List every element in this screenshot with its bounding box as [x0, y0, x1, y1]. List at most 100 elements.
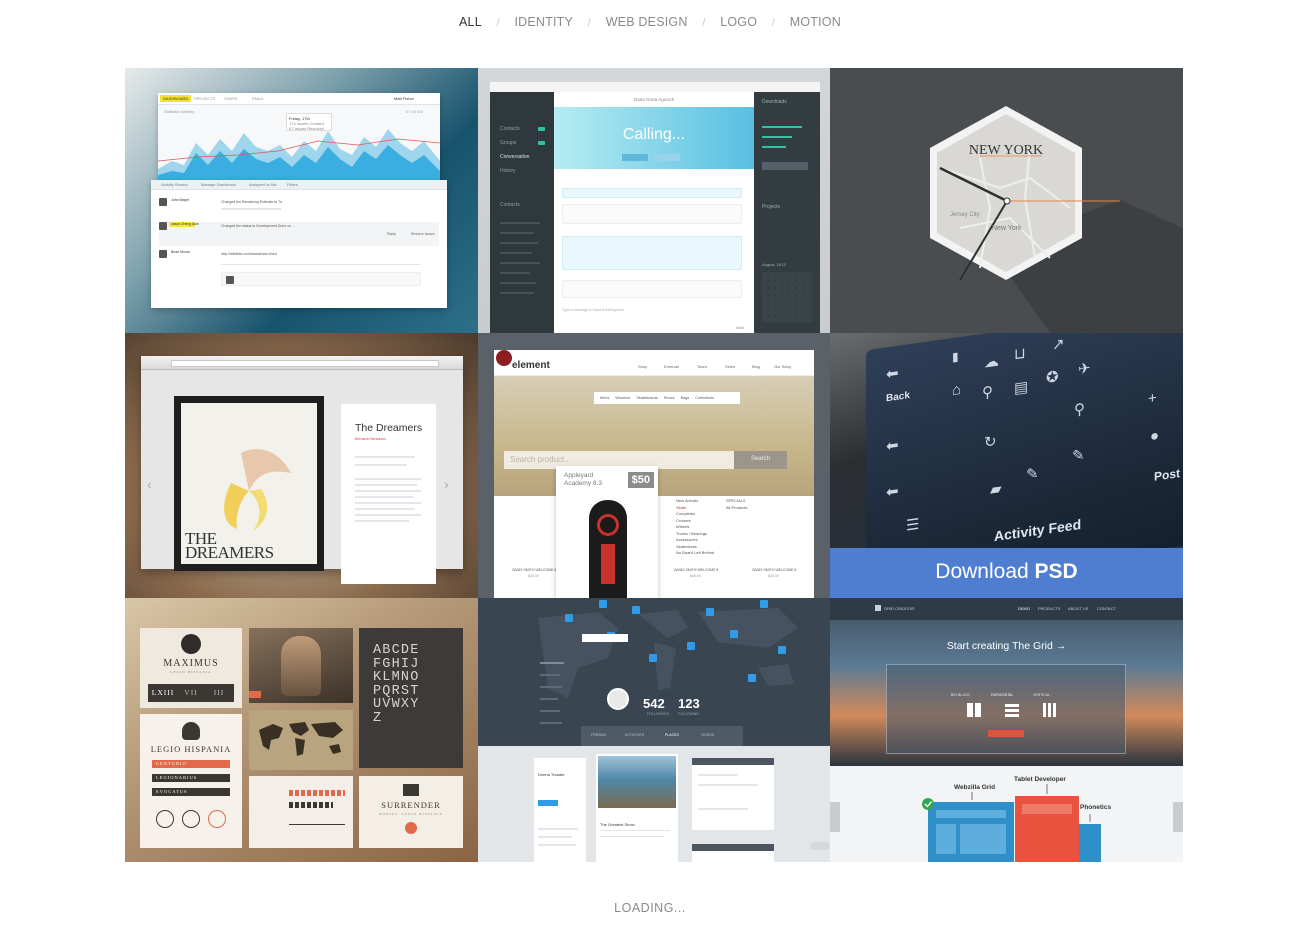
- maximus-title: MAXIMUS: [163, 658, 219, 669]
- rank-label: LEGIONARIUS: [156, 775, 198, 780]
- pushpin-icon: ✎: [1072, 446, 1085, 466]
- portfolio-item-responsive-grid[interactable]: Tablet Developer Webzilla Grid Phonetics: [830, 766, 1183, 862]
- filter-separator: /: [702, 17, 706, 29]
- compass-icon: ✪: [1046, 368, 1059, 387]
- map-pin: [632, 606, 640, 614]
- profile-avatar: [181, 634, 201, 654]
- product-thumb-label: ZANDI SMITH WELCOME 8: [752, 568, 797, 572]
- tab-activities: ACTIVITIES: [625, 733, 645, 737]
- rank-label: CENTURIO: [156, 761, 187, 766]
- reply-button: Reply: [387, 232, 396, 236]
- activity-text: Changed the status to Development Done o…: [221, 224, 295, 228]
- following-label: FOLLOWING: [678, 712, 700, 716]
- portfolio-item-clock[interactable]: NEW YORK Jersey City New York: [830, 68, 1183, 333]
- tab-assigned-to-me: Assigned to Me: [249, 182, 277, 187]
- prev-arrow-icon: ‹: [147, 476, 152, 492]
- stat-ring: [208, 810, 226, 828]
- groups-badge: [538, 141, 545, 145]
- user-icon: ●: [1150, 427, 1160, 446]
- comments-card: [692, 758, 774, 830]
- map-label: Jersey City: [950, 212, 980, 218]
- product-price: $50: [627, 472, 654, 488]
- portfolio-item-grid-creator[interactable]: GRID CREATOR DEMO PRODUCTS ABOUT US CONT…: [830, 598, 1183, 766]
- calendar-grid: [762, 272, 812, 322]
- add-icon: +: [1148, 389, 1157, 408]
- nav-demo: DEMO: [1018, 606, 1030, 611]
- stat-ring: [156, 810, 174, 828]
- decline-button: [654, 154, 680, 161]
- message-bubble: [562, 236, 742, 270]
- profile-tabs: FRIENDS ACTIVITIES PLACES VIDEOS: [581, 726, 743, 746]
- nav-blog: Blog: [752, 364, 761, 369]
- stat-numeral: III: [213, 688, 225, 697]
- portfolio-item-iphone-icons[interactable]: ⬅ ▮ ☁ ⊔ ↗ + Back ⌂ ⚲ ▤ ✪ ✈ ⬅ ↻ ⚲ + ⬅ ▰ ✎…: [830, 333, 1183, 548]
- rows-icon: [1005, 703, 1019, 717]
- location-pin-icon: ⚲: [982, 383, 993, 402]
- grid-icon: [967, 703, 981, 717]
- filter-logo[interactable]: LOGO: [720, 15, 757, 29]
- nav-products: PRODUCTS: [1038, 606, 1061, 611]
- logo-icon: [875, 605, 881, 611]
- poster-title: THE DREAMERS: [185, 529, 274, 562]
- portfolio-item-travel-map[interactable]: 542 123 FOLLOWERS FOLLOWING FRIENDS ACTI…: [478, 598, 830, 746]
- back-label: Back: [886, 390, 910, 405]
- product-thumb-price: $45.00: [690, 574, 701, 578]
- left-arrow-icon: ⬅: [886, 482, 899, 502]
- shop-header: element Shop Emerald Team Video Blog Our…: [494, 350, 814, 376]
- address-bar: [171, 360, 439, 367]
- activity-author: Jason Zheng Alan: [171, 222, 200, 226]
- download-psd-button[interactable]: Download PSD: [830, 548, 1183, 598]
- temple-icon: [403, 784, 419, 796]
- activity-author: John Mayer: [171, 198, 190, 202]
- tab-share: SHARE: [224, 96, 238, 101]
- columns-icon: [1043, 703, 1057, 717]
- map-pin: [748, 674, 756, 682]
- tab-filters: Filters: [287, 182, 298, 187]
- slider-track: [289, 824, 345, 825]
- product-thumb-price: $45.00: [528, 574, 539, 578]
- tab-manage-dashboard: Manage Dashboard: [201, 182, 237, 187]
- filter-identity[interactable]: IDENTITY: [515, 15, 574, 29]
- product-thumb-price: $45.00: [768, 574, 779, 578]
- world-map-dots: [538, 608, 798, 698]
- filter-web-design[interactable]: WEB DESIGN: [606, 15, 688, 29]
- filter-all[interactable]: ALL: [459, 15, 482, 29]
- maximus-card: MAXIMUS LEGIO HISPANIA LXIII VII III: [140, 628, 242, 708]
- cloud-icon: ☁: [984, 352, 999, 372]
- chat-icon: ▰: [990, 480, 1002, 499]
- compose-input: Type a message to Dana Greta Agovich: [562, 308, 624, 312]
- product-card: Appleyard Academy 8.3 $50: [556, 466, 658, 598]
- tooltip-resolved: 67 Issues Resolved: [289, 126, 324, 131]
- map-pin: [687, 642, 695, 650]
- portfolio-item-the-dreamers[interactable]: THE DREAMERS The Dreamers Bernardo Berto…: [125, 333, 478, 598]
- portfolio-item-element-shop[interactable]: element Shop Emerald Team Video Blog Our…: [478, 333, 830, 598]
- banana-illustration: [224, 449, 291, 531]
- portfolio-item-social-app[interactable]: Donna Treader The Greatest Show: [478, 746, 830, 862]
- answer-button: [622, 154, 648, 161]
- profile-avatar: [607, 688, 629, 710]
- message-bubble: [562, 204, 742, 224]
- photo-post-card: The Greatest Show: [596, 754, 678, 862]
- search-button: Search: [734, 451, 787, 469]
- map-sidebar: [540, 656, 570, 746]
- projects-heading: Projects: [762, 204, 781, 210]
- portfolio-item-dashboard[interactable]: DASHBOARD PROJECTS SHARE EMAIL Matt Fish…: [125, 68, 478, 333]
- nested-reply: [221, 272, 421, 286]
- map-label: New York: [992, 225, 1022, 232]
- filter-motion[interactable]: MOTION: [790, 15, 841, 29]
- legio-title: LEGIO HISPANIA: [150, 744, 232, 754]
- webzilla-label: Webzilla Grid: [954, 784, 996, 791]
- profile-card: Donna Treader: [534, 758, 586, 862]
- message-bubble: [562, 280, 742, 298]
- grid-creator-header: GRID CREATOR DEMO PRODUCTS ABOUT US CONT…: [830, 598, 1183, 620]
- activity-row: Brian Moore http://dribbble.com/brasa/ha…: [159, 250, 439, 274]
- map-tooltip: [582, 634, 628, 642]
- portfolio-item-legio-hispania[interactable]: MAXIMUS LEGIO HISPANIA LXIII VII III LEG…: [125, 598, 478, 862]
- basket-icon: ⊔: [1014, 344, 1026, 364]
- clock-center: [1003, 197, 1011, 205]
- portfolio-item-calling-app[interactable]: Contacts Groups Conversation History Con…: [478, 68, 830, 333]
- map-pin: [565, 614, 573, 622]
- contacts-badge: [538, 127, 545, 131]
- tab-email: EMAIL: [252, 96, 265, 101]
- toggle-horizontal: HORIZONTAL: [991, 693, 1014, 697]
